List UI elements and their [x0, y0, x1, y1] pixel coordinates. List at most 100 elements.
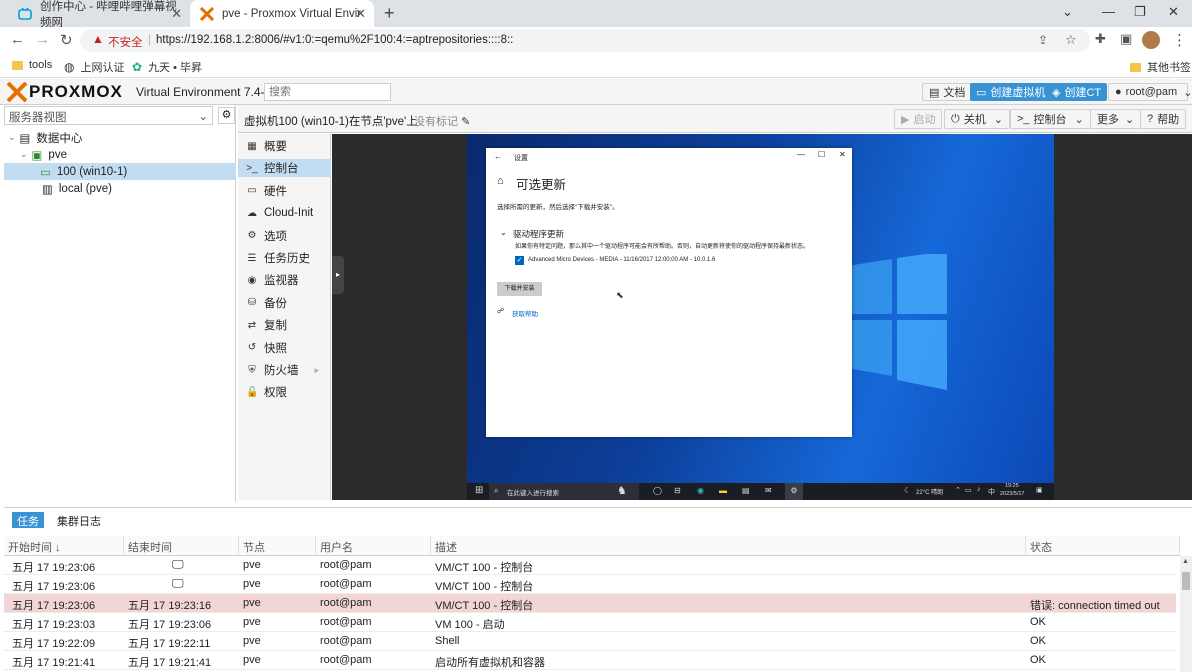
new-tab-icon[interactable]: +: [384, 3, 395, 24]
column-start-time[interactable]: 开始时间 ↓: [4, 536, 124, 556]
settings-taskbar-icon[interactable]: ⚙: [785, 483, 803, 500]
menu-item-0[interactable]: ▦ 概要: [238, 137, 331, 155]
store-icon[interactable]: ▤: [742, 486, 750, 495]
volume-icon[interactable]: ♪: [977, 486, 981, 493]
menu-item-8[interactable]: ⇄ 复制: [238, 316, 331, 334]
tab-cluster-log[interactable]: 集群日志: [52, 512, 106, 528]
menu-item-5[interactable]: ☰ 任务历史: [238, 249, 331, 267]
menu-item-7[interactable]: ⛁ 备份: [238, 294, 331, 312]
menu-item-6[interactable]: ◉ 监视器: [238, 271, 331, 289]
maximize-icon[interactable]: ❐: [1134, 4, 1146, 20]
reload-icon[interactable]: ↻: [60, 31, 73, 49]
menu-item-3[interactable]: ☁ Cloud-Init: [238, 204, 331, 222]
notification-icon[interactable]: ▣: [1036, 486, 1043, 494]
section-title[interactable]: 驱动程序更新: [513, 228, 564, 240]
view-selector[interactable]: 服务器视图 ⌄: [4, 106, 213, 125]
menu-icon[interactable]: ⋮: [1172, 31, 1187, 49]
table-row[interactable]: 五月 17 19:23:06 pve root@pam VM/CT 100 - 控制台…: [4, 556, 1176, 575]
scrollbar[interactable]: ▲: [1180, 556, 1192, 672]
download-install-button[interactable]: 下载并安装: [497, 282, 542, 296]
chevron-down-icon[interactable]: ⌄: [500, 228, 507, 237]
eye-icon: ◉: [247, 274, 257, 286]
close-tab-icon[interactable]: ✕: [171, 6, 182, 22]
extensions-icon[interactable]: ✚: [1095, 31, 1106, 47]
table-row[interactable]: 五月 17 19:23:06 五月 17 19:23:16 pve root@pam V…: [4, 594, 1176, 613]
bookmark-login[interactable]: ◍ 上网认证: [64, 59, 124, 75]
tree-item-storage-local[interactable]: ▥ local (pve): [4, 180, 236, 197]
bookmark-jiutian[interactable]: ✿ 九天 • 毕昇: [132, 59, 202, 75]
maximize-icon[interactable]: ☐: [818, 150, 825, 159]
menu-item-10[interactable]: ⛨ 防火墙 ▸: [238, 361, 331, 379]
widgets-icon[interactable]: ⊟: [674, 486, 681, 495]
tab-bilibili[interactable]: 创作中心 - 哔哩哔哩弹幕视频网 ✕: [8, 0, 190, 29]
scrollbar-thumb[interactable]: [1182, 572, 1190, 590]
tags-label[interactable]: 没有标记 ✎: [414, 113, 470, 129]
docs-button[interactable]: ▤ 文档: [922, 83, 973, 101]
other-bookmarks[interactable]: 其他书签: [1130, 59, 1191, 75]
tab-search-icon[interactable]: ⌄: [1062, 4, 1073, 20]
vm-console[interactable]: ← 设置 — ☐ ✕ ⌂ 可选更新 选择所需的更新，然后选择"下载并安装"。 ⌄…: [332, 134, 1192, 500]
user-menu-button[interactable]: ● root@pam ⌄: [1108, 83, 1192, 101]
search-input[interactable]: [264, 83, 391, 101]
close-icon[interactable]: ✕: [839, 150, 846, 159]
security-label[interactable]: 不安全: [108, 34, 143, 50]
share-icon[interactable]: ⇪: [1038, 33, 1048, 47]
tray-chevron-icon[interactable]: ⌃: [955, 486, 961, 494]
menu-item-11[interactable]: 🔓 权限: [238, 383, 331, 401]
url-text[interactable]: https://192.168.1.2:8006/#v1:0:=qemu%2F1…: [156, 34, 513, 46]
table-row[interactable]: 五月 17 19:23:03 五月 17 19:23:06 pve root@pam V…: [4, 613, 1176, 632]
explorer-icon[interactable]: ▬: [719, 486, 727, 495]
scroll-up-icon[interactable]: ▲: [1182, 558, 1189, 565]
column-status[interactable]: 状态: [1026, 536, 1180, 556]
bookmark-tools[interactable]: tools: [12, 59, 52, 71]
minimize-icon[interactable]: —: [797, 150, 805, 159]
tab-proxmox[interactable]: pve - Proxmox Virtual Environ ✕: [190, 0, 374, 27]
menu-item-2[interactable]: ▭ 硬件: [238, 182, 331, 200]
url-field[interactable]: ▲ 不安全 | https://192.168.1.2:8006/#v1:0:=…: [80, 29, 1090, 52]
gear-icon[interactable]: ⚙: [218, 107, 235, 124]
table-row[interactable]: 五月 17 19:22:09 五月 17 19:22:11 pve root@pam S…: [4, 632, 1176, 651]
network-icon[interactable]: ▭: [965, 486, 972, 494]
menu-item-1[interactable]: >_ 控制台: [238, 159, 331, 178]
create-ct-button[interactable]: ◈ 创建CT: [1046, 83, 1108, 101]
start-icon[interactable]: ⊞: [475, 485, 483, 496]
column-user[interactable]: 用户名: [316, 536, 431, 556]
sidepanel-icon[interactable]: ▣: [1120, 31, 1132, 47]
get-help-link[interactable]: 获取帮助: [512, 308, 538, 318]
column-description[interactable]: 描述: [431, 536, 1026, 556]
close-tab-icon[interactable]: ✕: [355, 6, 366, 22]
table-row[interactable]: 五月 17 19:23:06 pve root@pam VM/CT 100 - 控制台…: [4, 575, 1176, 594]
mail-icon[interactable]: ✉: [765, 486, 772, 495]
forward-icon[interactable]: →: [35, 31, 50, 48]
back-icon[interactable]: ←: [494, 152, 502, 161]
table-row[interactable]: 五月 17 19:21:41 五月 17 19:21:41 pve root@pam 启…: [4, 651, 1176, 670]
driver-checkbox[interactable]: ✓: [515, 256, 524, 265]
warning-icon[interactable]: ▲: [92, 32, 104, 46]
close-window-icon[interactable]: ✕: [1168, 4, 1179, 20]
tab-tasks[interactable]: 任务: [12, 512, 44, 528]
create-vm-button[interactable]: ▭ 创建虚拟机: [970, 83, 1052, 101]
windows-desktop[interactable]: ← 设置 — ☐ ✕ ⌂ 可选更新 选择所需的更新，然后选择"下载并安装"。 ⌄…: [467, 134, 1054, 500]
tree-item-node-pve[interactable]: ⌄ ▣ pve: [4, 146, 236, 163]
novnc-panel-toggle[interactable]: ▸: [332, 256, 344, 294]
start-button[interactable]: ▶ 启动: [894, 109, 943, 129]
back-icon[interactable]: ←: [10, 31, 25, 48]
console-button[interactable]: >_ 控制台 ⌄: [1010, 109, 1091, 129]
avatar[interactable]: [1142, 31, 1160, 49]
windows-logo-icon: [847, 254, 947, 390]
menu-item-4[interactable]: ⚙ 选项: [238, 227, 331, 245]
home-icon[interactable]: ⌂: [497, 175, 504, 187]
column-end-time[interactable]: 结束时间: [124, 536, 239, 556]
settings-window[interactable]: ← 设置 — ☐ ✕ ⌂ 可选更新 选择所需的更新，然后选择"下载并安装"。 ⌄…: [486, 148, 852, 437]
more-button[interactable]: 更多 ⌄: [1090, 109, 1142, 129]
tree-item-datacenter[interactable]: ⌄ ▤ 数据中心: [4, 129, 236, 146]
help-button[interactable]: ? 帮助: [1140, 109, 1187, 129]
task-view-icon[interactable]: ◯: [653, 486, 662, 495]
menu-item-9[interactable]: ↺ 快照: [238, 339, 331, 357]
column-node[interactable]: 节点: [239, 536, 316, 556]
edge-icon[interactable]: ◉: [697, 486, 704, 495]
tree-item-vm-100[interactable]: ▭ 100 (win10-1): [4, 163, 236, 180]
shutdown-button[interactable]: ⏻ 关机 ⌄: [944, 109, 1010, 129]
star-icon[interactable]: ☆: [1065, 32, 1077, 48]
minimize-icon[interactable]: —: [1102, 4, 1115, 19]
